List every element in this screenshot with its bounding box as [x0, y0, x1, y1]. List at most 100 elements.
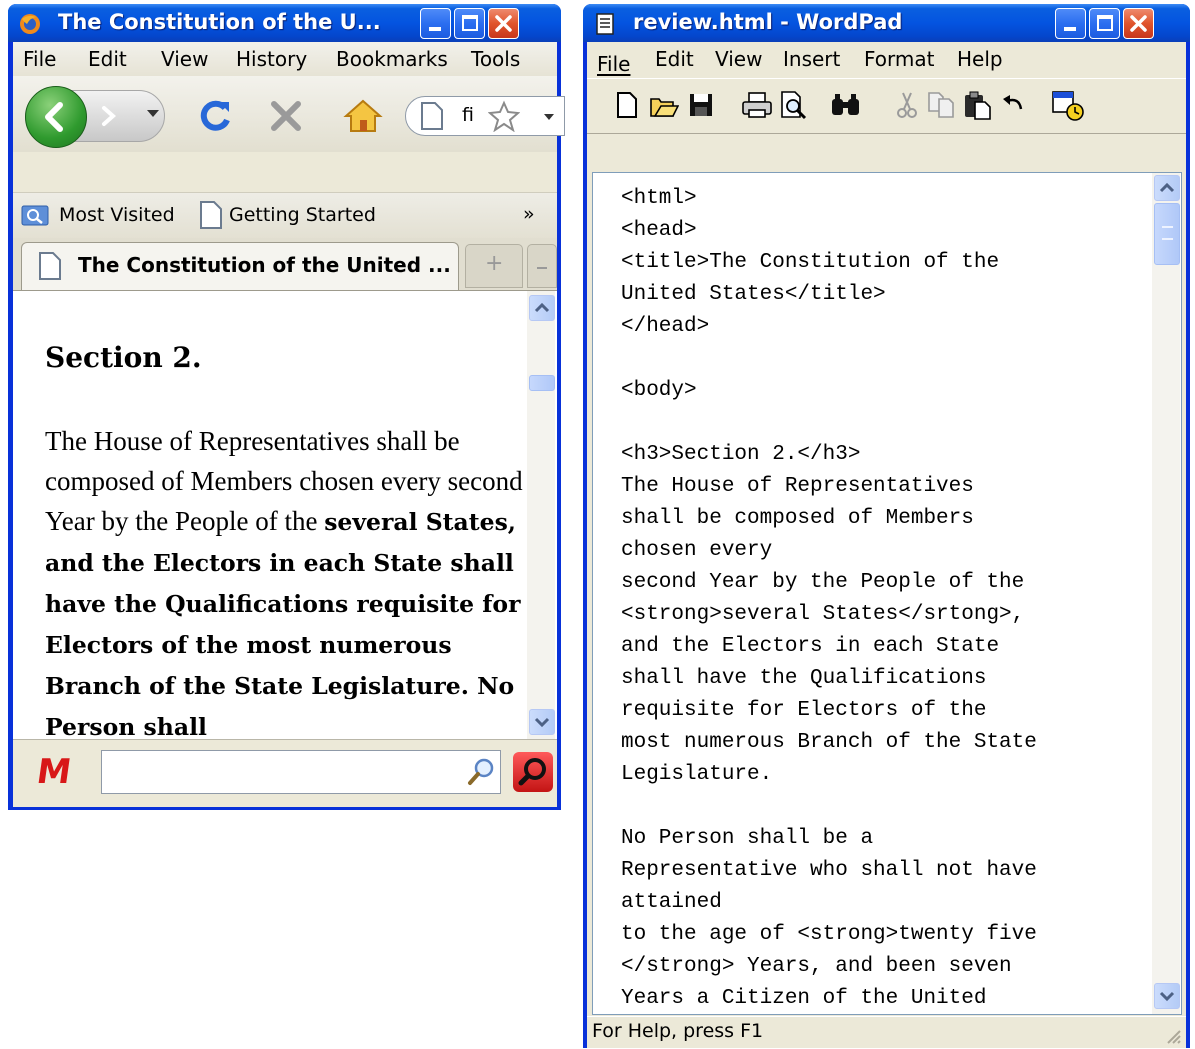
navigation-toolbar: fi: [13, 76, 565, 152]
firefox-menubar: File Edit View History Bookmarks Tools: [13, 42, 557, 76]
wp-menu-view[interactable]: View: [715, 47, 762, 71]
document-line: second Year by the People of the: [621, 571, 1025, 594]
chevron-up-icon: [534, 302, 550, 313]
document-line: shall be composed of Members: [621, 507, 974, 530]
chevron-down-icon: [534, 717, 550, 728]
status-text: For Help, press F1: [592, 1020, 764, 1042]
firefox-scrollbar[interactable]: [527, 291, 555, 739]
document-line: <body>: [621, 379, 697, 402]
forward-button[interactable]: [95, 101, 123, 131]
document-line: United States</title>: [621, 283, 886, 306]
wp-menu-help[interactable]: Help: [957, 47, 1003, 71]
url-dropdown-icon[interactable]: [544, 114, 554, 120]
addon-toolbar: M: [13, 739, 557, 807]
chevron-down-icon: [1159, 991, 1175, 1002]
new-icon[interactable]: [613, 91, 641, 119]
home-icon[interactable]: [343, 96, 383, 136]
wordpad-window-title: review.html - WordPad: [633, 10, 903, 34]
bookmarks-overflow-button[interactable]: »: [523, 203, 535, 225]
tab-title: The Constitution of the United ...: [78, 253, 451, 277]
wordpad-client: File Edit View Insert Format Help <html>…: [587, 42, 1186, 1048]
wordpad-scrollbar[interactable]: [1152, 173, 1180, 1014]
document-line: and the Electors in each State: [621, 635, 1000, 658]
menu-file[interactable]: File: [23, 47, 56, 71]
document-line: Years a Citizen of the United: [621, 987, 987, 1010]
scroll-up-button[interactable]: [529, 295, 555, 321]
stop-icon[interactable]: [266, 96, 306, 136]
undo-icon[interactable]: [999, 91, 1027, 119]
firefox-minimize-button[interactable]: [420, 8, 451, 39]
paste-icon[interactable]: [963, 90, 993, 120]
wp-menu-edit[interactable]: Edit: [655, 47, 694, 71]
firefox-logo-icon: [20, 14, 40, 34]
firefox-client: File Edit View History Bookmarks Tools f…: [13, 42, 565, 807]
scroll-thumb[interactable]: [529, 375, 555, 391]
wordpad-toolbar: [587, 78, 1186, 134]
wordpad-window: review.html - WordPad File Edit View Ins…: [583, 4, 1190, 1048]
bookmark-most-visited[interactable]: Most Visited: [59, 204, 175, 226]
wp-scroll-up-button[interactable]: [1154, 175, 1180, 201]
wp-scroll-down-button[interactable]: [1154, 983, 1180, 1009]
plus-icon: +: [485, 251, 504, 276]
minimize-icon: [1064, 27, 1076, 31]
firefox-content-area: Section 2. The House of Representatives …: [13, 291, 557, 739]
back-button[interactable]: [25, 86, 87, 148]
page-heading: Section 2.: [45, 341, 202, 374]
getting-started-page-icon: [200, 201, 222, 229]
back-arrow-icon: [45, 102, 63, 132]
menu-history[interactable]: History: [236, 47, 307, 71]
resize-grip-icon[interactable]: [1164, 1027, 1182, 1045]
wp-scroll-thumb[interactable]: [1154, 203, 1180, 265]
page-paragraph: The House of Representatives shall be co…: [45, 421, 525, 739]
wordpad-maximize-button[interactable]: [1089, 8, 1120, 39]
firefox-close-button[interactable]: [488, 8, 519, 39]
tab-list-button[interactable]: [527, 244, 557, 288]
bookmark-getting-started[interactable]: Getting Started: [229, 204, 376, 226]
wordpad-minimize-button[interactable]: [1055, 8, 1086, 39]
url-text: fi: [462, 104, 474, 126]
history-dropdown-button[interactable]: [147, 110, 159, 117]
cut-icon[interactable]: [895, 91, 919, 119]
document-line: </strong> Years, and been seven: [621, 955, 1012, 978]
close-icon: [495, 15, 512, 32]
new-tab-button[interactable]: +: [465, 244, 523, 288]
wordpad-close-button[interactable]: [1123, 8, 1154, 39]
date-time-icon[interactable]: [1051, 88, 1085, 122]
firefox-titlebar[interactable]: The Constitution of the U...: [8, 4, 561, 42]
menu-tools[interactable]: Tools: [471, 47, 520, 71]
reload-icon[interactable]: [195, 96, 235, 136]
wordpad-titlebar[interactable]: review.html - WordPad: [583, 4, 1190, 42]
bookmark-star-icon[interactable]: [488, 100, 520, 132]
wp-menu-format[interactable]: Format: [864, 47, 934, 71]
find-icon[interactable]: [829, 91, 863, 119]
tab-constitution[interactable]: The Constitution of the United ...: [21, 242, 459, 290]
document-line: <html>: [621, 187, 697, 210]
save-icon[interactable]: [687, 91, 715, 119]
wordpad-document-text[interactable]: <html> <head> <title>The Constitution of t…: [621, 183, 1161, 1014]
tab-strip: The Constitution of the United ... +: [13, 238, 557, 291]
wordpad-app-icon: [596, 13, 614, 35]
menu-edit[interactable]: Edit: [88, 47, 127, 71]
menu-bookmarks[interactable]: Bookmarks: [336, 47, 448, 71]
menu-view[interactable]: View: [161, 47, 208, 71]
firefox-maximize-button[interactable]: [454, 8, 485, 39]
print-preview-icon[interactable]: [779, 90, 809, 120]
url-bar[interactable]: fi: [405, 96, 565, 136]
thumb-grip-icon: [1162, 226, 1173, 240]
addon-search-input[interactable]: [101, 750, 501, 794]
addon-search-button[interactable]: [513, 752, 553, 792]
copy-icon[interactable]: [927, 91, 957, 119]
scroll-down-button[interactable]: [529, 709, 555, 735]
print-icon[interactable]: [741, 91, 773, 119]
open-icon[interactable]: [649, 91, 679, 119]
document-line: most numerous Branch of the State: [621, 731, 1037, 754]
document-line: </head>: [621, 315, 710, 338]
most-visited-folder-icon: [21, 205, 49, 226]
search-icon[interactable]: [466, 757, 496, 787]
document-line: chosen every: [621, 539, 773, 562]
wp-menu-insert[interactable]: Insert: [783, 47, 840, 71]
addon-logo[interactable]: M: [34, 752, 73, 792]
document-line: Representative who shall not have: [621, 859, 1037, 882]
